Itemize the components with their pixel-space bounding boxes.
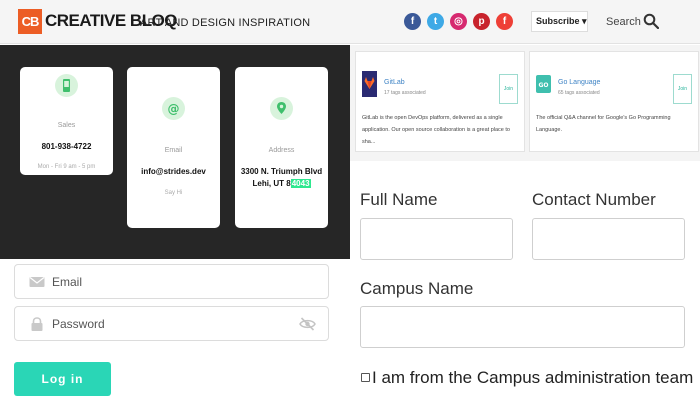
email-note: Say Hi [164, 190, 183, 196]
instagram-icon[interactable]: ◎ [450, 13, 467, 30]
at-icon: @ [162, 97, 185, 120]
contact-card-address: Address 3300 N. Triumph Blvd Lehi, UT 84… [235, 67, 328, 228]
password-field[interactable]: Password [14, 306, 329, 341]
email-placeholder: Email [52, 275, 83, 289]
facebook-icon[interactable]: f [404, 13, 421, 30]
map-pin-icon [270, 97, 293, 120]
channel-description: The official Q&A channel for Google's Go… [536, 115, 671, 133]
email-field[interactable]: Email [14, 264, 329, 299]
channel-tags-count: 65 tags associated [558, 90, 600, 96]
contact-card-email: @ Email info@strides.dev Say Hi [127, 67, 220, 228]
address-line-1: 3300 N. Triumph Blvd [240, 167, 323, 176]
channel-card-gitlab[interactable]: GitLab 17 tags associated Join GitLab is… [355, 51, 525, 152]
channel-strip: GitLab 17 tags associated Join GitLab is… [350, 45, 700, 161]
pinterest-icon[interactable]: p [473, 13, 490, 30]
site-tagline: ART AND DESIGN INSPIRATION [140, 17, 311, 29]
channel-tags-count: 17 tags associated [384, 90, 426, 96]
full-name-input[interactable] [360, 218, 513, 260]
svg-text:@: @ [168, 102, 180, 116]
contact-panel: Sales 801-938-4722 Mon - Fri 9 am - 5 pm… [0, 45, 350, 259]
contact-number-label: Contact Number [532, 190, 656, 209]
selected-text-highlight: 4043 [290, 179, 311, 188]
logo-mark[interactable]: CB [18, 9, 42, 34]
join-button[interactable]: Join [673, 74, 692, 104]
sales-hours: Mon - Fri 9 am - 5 pm [37, 164, 96, 170]
go-logo-icon: GO [536, 75, 551, 93]
search-label[interactable]: Search [606, 16, 641, 28]
campus-name-input[interactable] [360, 306, 685, 348]
card-title: Sales [57, 122, 76, 129]
lock-icon [31, 317, 43, 331]
gitlab-logo-icon [362, 71, 377, 97]
campus-admin-checkbox-label[interactable]: I am from the Campus administration team [372, 368, 693, 388]
phone-icon [55, 74, 78, 97]
site-header: CB CREATIVE BLOQ ART AND DESIGN INSPIRAT… [0, 0, 700, 44]
password-placeholder: Password [52, 317, 105, 331]
address-text: 3300 N. Triumph Blvd Lehi, UT 84043 [235, 166, 328, 190]
envelope-icon [29, 277, 45, 287]
address-line-2: Lehi, UT 8 [252, 179, 291, 188]
campus-name-label: Campus Name [360, 279, 474, 298]
contact-number-input[interactable] [532, 218, 685, 260]
channel-card-go-language[interactable]: GO Go Language 65 tags associated Join T… [529, 51, 699, 152]
twitter-icon[interactable]: t [427, 13, 444, 30]
svg-text:GO: GO [538, 82, 548, 89]
eye-slash-icon[interactable] [299, 317, 316, 331]
search-icon[interactable] [643, 13, 659, 29]
full-name-label: Full Name [360, 190, 438, 209]
channel-name[interactable]: GitLab [384, 79, 405, 86]
flipboard-icon[interactable]: f [496, 13, 513, 30]
sales-phone[interactable]: 801-938-4722 [20, 141, 113, 153]
login-button[interactable]: Log in [14, 362, 111, 396]
channel-name[interactable]: Go Language [558, 79, 600, 86]
email-address[interactable]: info@strides.dev [127, 166, 220, 178]
contact-card-sales: Sales 801-938-4722 Mon - Fri 9 am - 5 pm [20, 67, 113, 175]
card-title: Email [164, 147, 183, 154]
join-button[interactable]: Join [499, 74, 518, 104]
card-title: Address [268, 147, 295, 154]
subscribe-button[interactable]: Subscribe ▾ [531, 11, 588, 32]
channel-description: GitLab is the open DevOps platform, deli… [362, 115, 510, 145]
campus-admin-checkbox[interactable] [361, 373, 370, 382]
